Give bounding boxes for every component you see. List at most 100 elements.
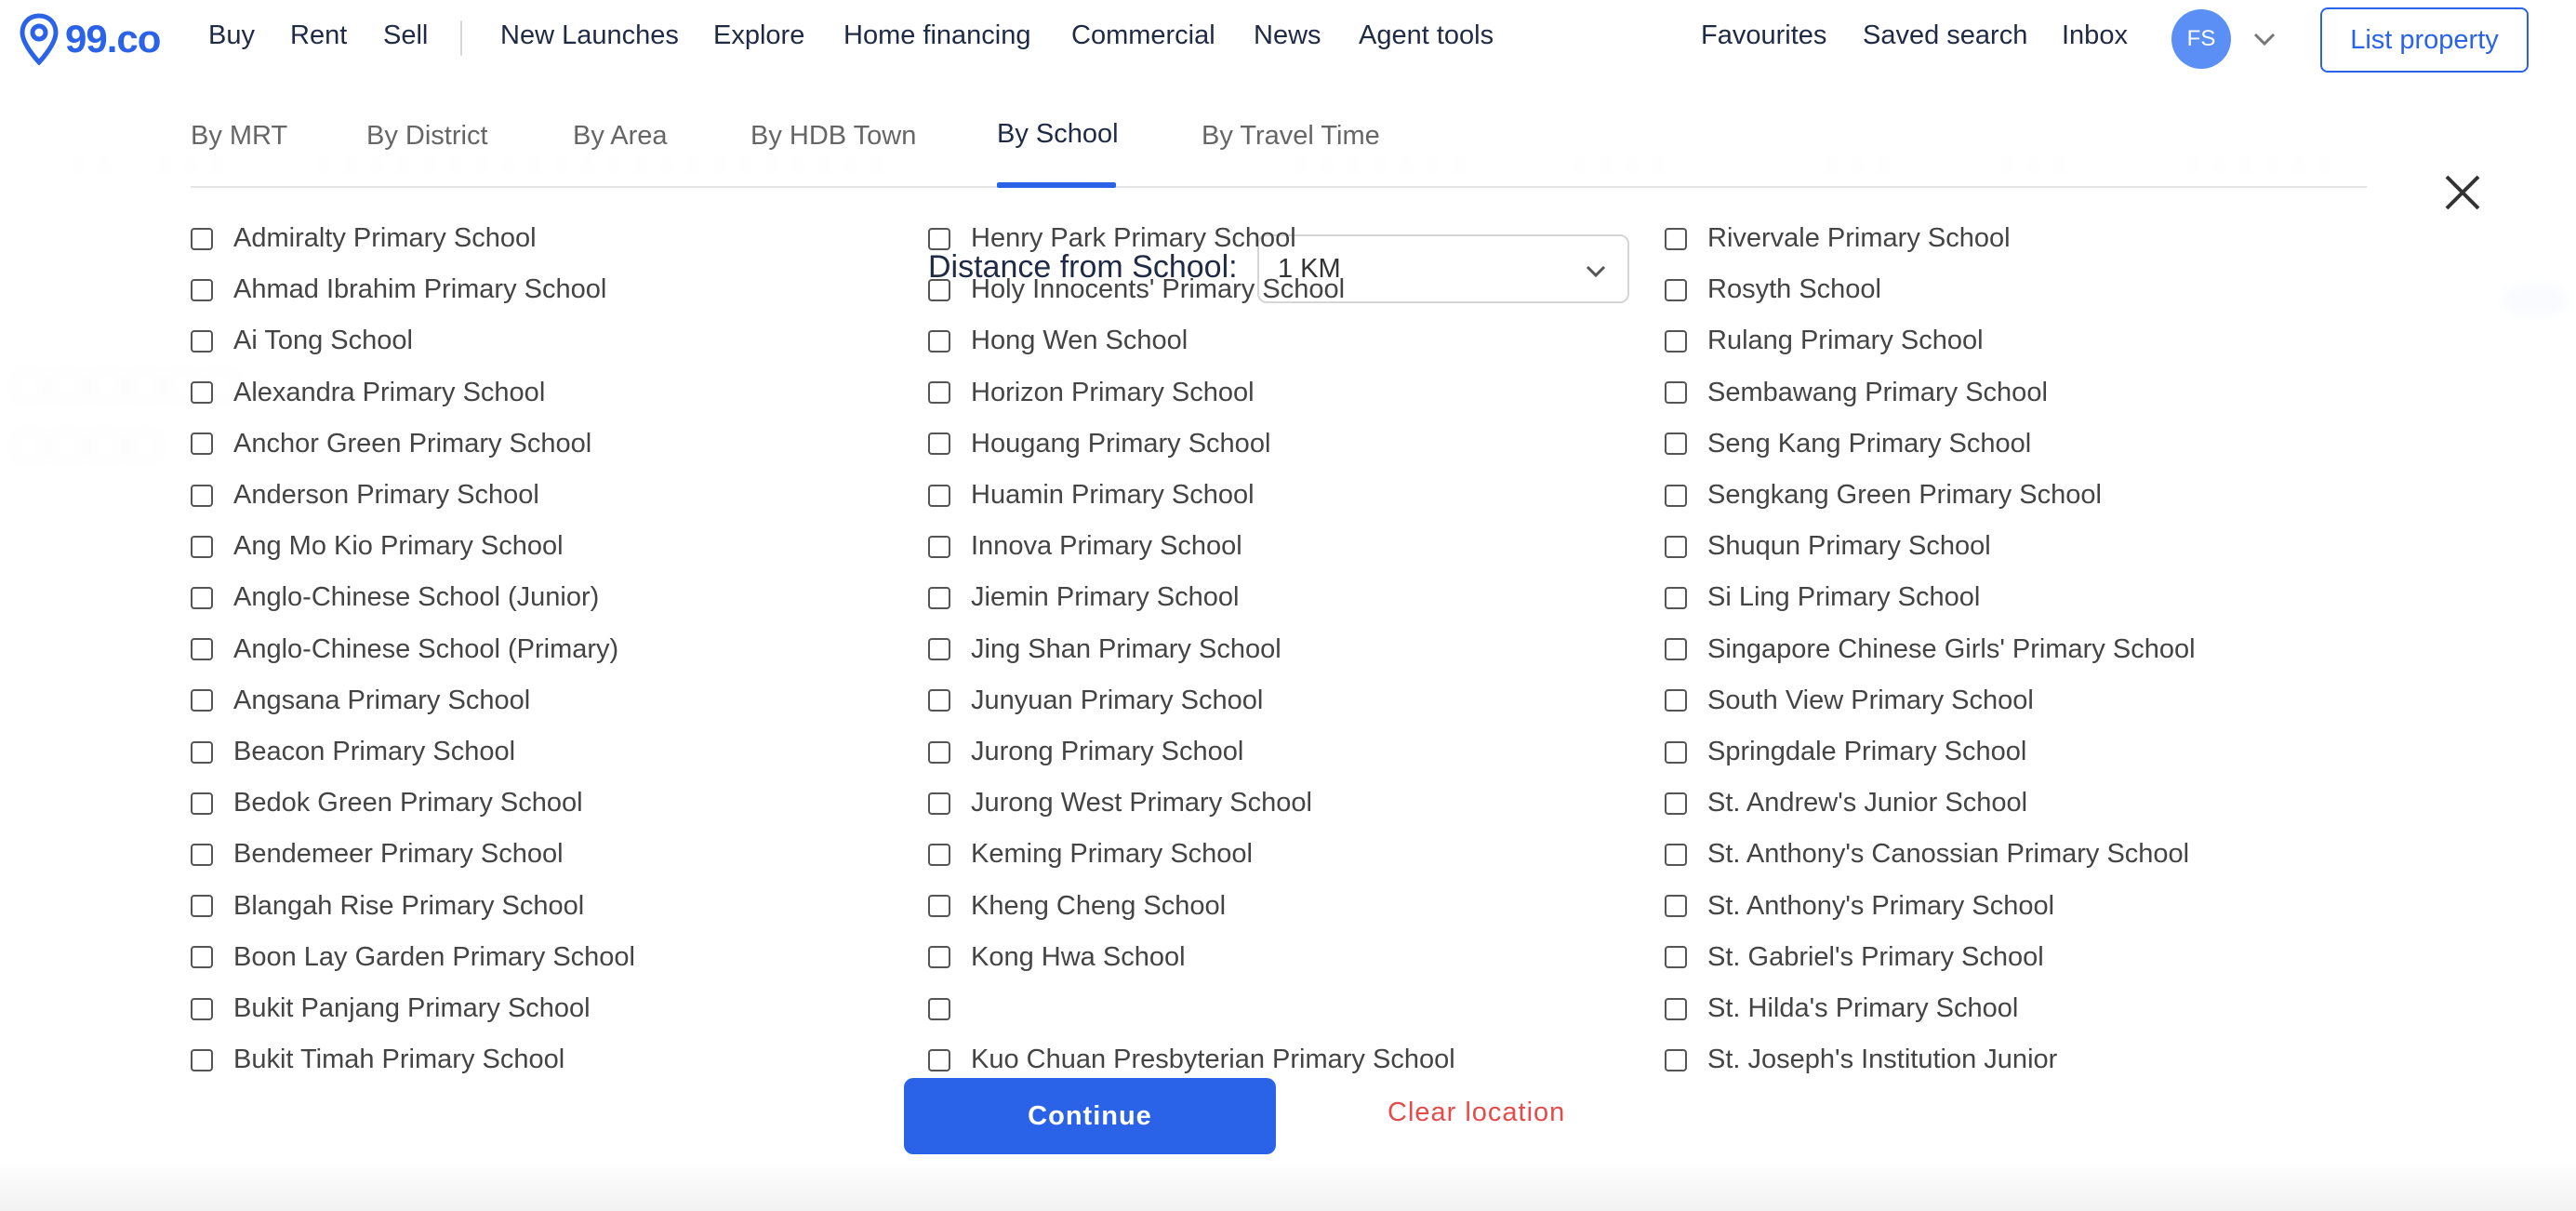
school-option[interactable]: Beacon Primary School xyxy=(191,726,515,778)
school-option[interactable]: Ahmad Ibrahim Primary School xyxy=(191,264,606,315)
school-checkbox[interactable] xyxy=(191,792,213,815)
school-option[interactable]: Kong Hwa School xyxy=(928,932,1186,983)
school-option[interactable]: Hougang Primary School xyxy=(928,419,1270,470)
school-checkbox[interactable] xyxy=(928,946,950,969)
school-checkbox[interactable] xyxy=(928,843,950,866)
school-checkbox[interactable] xyxy=(191,484,213,507)
school-option[interactable]: Bedok Green Primary School xyxy=(191,778,583,829)
school-option[interactable]: Rulang Primary School xyxy=(1665,315,1984,366)
school-checkbox[interactable] xyxy=(191,227,213,250)
school-checkbox[interactable] xyxy=(191,895,213,918)
continue-button[interactable]: Continue xyxy=(904,1078,1276,1154)
school-checkbox[interactable] xyxy=(191,997,213,1020)
school-checkbox[interactable] xyxy=(191,740,213,764)
school-option[interactable]: Seng Kang Primary School xyxy=(1665,419,2031,470)
school-option[interactable]: Innova Primary School xyxy=(928,521,1242,572)
nav-saved-search[interactable]: Saved search xyxy=(1863,20,2027,51)
school-option[interactable]: Jiemin Primary School xyxy=(928,572,1239,623)
nav-home-financing[interactable]: Home financing xyxy=(843,20,1031,51)
school-option[interactable]: Shuqun Primary School xyxy=(1665,521,1991,572)
school-checkbox[interactable] xyxy=(928,792,950,815)
chevron-down-icon[interactable] xyxy=(2251,28,2278,50)
school-option[interactable]: Kheng Cheng School xyxy=(928,881,1226,932)
school-option[interactable]: Angsana Primary School xyxy=(191,675,530,726)
nav-inbox[interactable]: Inbox xyxy=(2062,20,2128,51)
school-checkbox[interactable] xyxy=(928,895,950,918)
school-checkbox[interactable] xyxy=(191,381,213,405)
school-option[interactable]: Anderson Primary School xyxy=(191,470,539,521)
school-checkbox[interactable] xyxy=(1665,638,1687,661)
school-checkbox[interactable] xyxy=(1665,843,1687,866)
school-checkbox[interactable] xyxy=(928,1048,950,1071)
school-checkbox[interactable] xyxy=(1665,792,1687,815)
school-checkbox[interactable] xyxy=(191,329,213,353)
school-option[interactable]: Bukit Panjang Primary School xyxy=(191,983,591,1034)
school-option[interactable]: Alexandra Primary School xyxy=(191,367,545,419)
tab-by-mrt[interactable]: By MRT xyxy=(191,121,287,152)
school-checkbox[interactable] xyxy=(1665,586,1687,609)
school-checkbox[interactable] xyxy=(928,484,950,507)
school-option[interactable]: Hong Wen School xyxy=(928,315,1188,366)
school-checkbox[interactable] xyxy=(191,946,213,969)
school-checkbox[interactable] xyxy=(1665,1048,1687,1071)
school-checkbox[interactable] xyxy=(191,535,213,558)
close-icon[interactable] xyxy=(2441,171,2484,214)
school-option[interactable]: Blangah Rise Primary School xyxy=(191,881,584,932)
school-checkbox[interactable] xyxy=(1665,535,1687,558)
school-checkbox[interactable] xyxy=(1665,484,1687,507)
school-checkbox[interactable] xyxy=(191,278,213,301)
school-checkbox[interactable] xyxy=(191,586,213,609)
school-option[interactable]: Jing Shan Primary School xyxy=(928,624,1281,675)
school-option[interactable]: St. Hilda's Primary School xyxy=(1665,983,2018,1034)
school-checkbox[interactable] xyxy=(191,843,213,866)
nav-new-launches[interactable]: New Launches xyxy=(500,20,679,51)
school-option[interactable]: Admiralty Primary School xyxy=(191,213,537,264)
school-checkbox[interactable] xyxy=(928,638,950,661)
school-option[interactable]: Keming Primary School xyxy=(928,829,1253,880)
school-checkbox[interactable] xyxy=(191,432,213,456)
school-option[interactable]: South View Primary School xyxy=(1665,675,2034,726)
school-option[interactable]: St. Anthony's Canossian Primary School xyxy=(1665,829,2189,880)
school-option[interactable]: Jurong West Primary School xyxy=(928,778,1312,829)
school-option[interactable]: Junyuan Primary School xyxy=(928,675,1263,726)
school-option[interactable]: Anglo-Chinese School (Primary) xyxy=(191,624,618,675)
school-option[interactable]: St. Anthony's Primary School xyxy=(1665,881,2054,932)
tab-by-travel-time[interactable]: By Travel Time xyxy=(1202,121,1380,152)
school-option[interactable]: Rosyth School xyxy=(1665,264,1881,315)
avatar[interactable]: FS xyxy=(2171,9,2231,69)
school-checkbox[interactable] xyxy=(191,1048,213,1071)
school-checkbox[interactable] xyxy=(928,535,950,558)
school-checkbox[interactable] xyxy=(1665,946,1687,969)
school-checkbox[interactable] xyxy=(1665,895,1687,918)
school-option[interactable]: Springdale Primary School xyxy=(1665,726,2026,778)
school-checkbox[interactable] xyxy=(928,329,950,353)
school-checkbox[interactable] xyxy=(928,586,950,609)
nav-commercial[interactable]: Commercial xyxy=(1071,20,1215,51)
school-option[interactable]: St. Joseph's Institution Junior xyxy=(1665,1034,2057,1085)
clear-location-button[interactable]: Clear location xyxy=(1388,1098,1565,1128)
school-option[interactable]: Ang Mo Kio Primary School xyxy=(191,521,564,572)
school-option[interactable] xyxy=(928,983,971,1034)
school-option[interactable]: Holy Innocents' Primary School xyxy=(928,264,1345,315)
school-checkbox[interactable] xyxy=(1665,432,1687,456)
school-option[interactable]: Horizon Primary School xyxy=(928,367,1255,419)
school-option[interactable]: St. Gabriel's Primary School xyxy=(1665,932,2044,983)
school-option[interactable]: Jurong Primary School xyxy=(928,726,1243,778)
nav-favourites[interactable]: Favourites xyxy=(1701,20,1826,51)
school-checkbox[interactable] xyxy=(928,432,950,456)
school-checkbox[interactable] xyxy=(1665,329,1687,353)
tab-by-district[interactable]: By District xyxy=(366,121,488,152)
school-option[interactable]: Si Ling Primary School xyxy=(1665,572,1980,623)
school-option[interactable]: Singapore Chinese Girls' Primary School xyxy=(1665,624,2196,675)
school-checkbox[interactable] xyxy=(1665,689,1687,712)
school-checkbox[interactable] xyxy=(191,638,213,661)
school-checkbox[interactable] xyxy=(1665,227,1687,250)
school-option[interactable]: Anchor Green Primary School xyxy=(191,419,591,470)
school-checkbox[interactable] xyxy=(928,278,950,301)
school-option[interactable]: Sengkang Green Primary School xyxy=(1665,470,2102,521)
nav-rent[interactable]: Rent xyxy=(290,20,347,51)
nav-buy[interactable]: Buy xyxy=(208,20,255,51)
school-checkbox[interactable] xyxy=(928,740,950,764)
school-option[interactable]: St. Andrew's Junior School xyxy=(1665,778,2027,829)
nav-sell[interactable]: Sell xyxy=(383,20,428,51)
